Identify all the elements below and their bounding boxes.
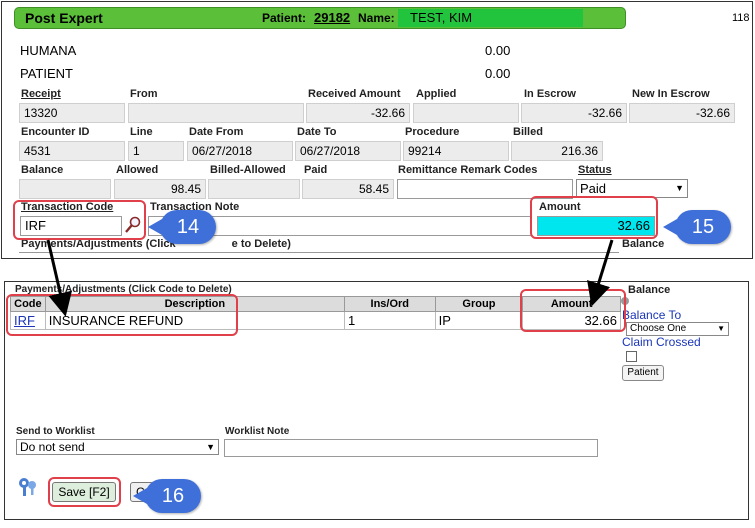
arrow-amount-to-row bbox=[587, 239, 614, 307]
arrows-overlay bbox=[46, 239, 614, 317]
arrow-code-to-row bbox=[46, 239, 72, 317]
